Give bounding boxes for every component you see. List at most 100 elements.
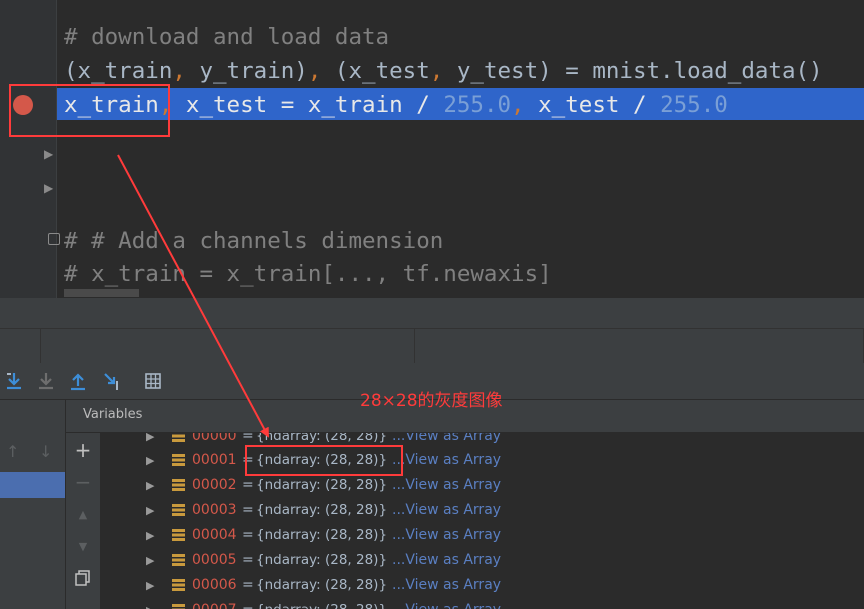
variable-name: 00005: [192, 552, 237, 568]
code-token: (x_test: [321, 58, 430, 84]
annotation-box-code: [9, 84, 170, 137]
variable-row[interactable]: ▶ 00003 = {ndarray: (28, 28)} ...View as Arr…: [100, 498, 864, 523]
next-frame-icon[interactable]: ↓: [39, 442, 52, 461]
array-type-icon: [172, 433, 185, 442]
variable-value: {ndarray: (28, 28)}: [256, 552, 388, 568]
variable-row[interactable]: ▶ 00002 = {ndarray: (28, 28)} ...View as Arr…: [100, 473, 864, 498]
fold-arrow-icon[interactable]: ▶: [44, 147, 53, 161]
variable-row[interactable]: ▶ 00001 = {ndarray: (28, 28)} ...View as Arr…: [100, 448, 864, 473]
code-token: # x_train = x_train[..., tf.newaxis]: [64, 261, 552, 287]
expand-arrow-icon[interactable]: ▶: [146, 598, 154, 609]
variable-row[interactable]: ▶ 00006 = {ndarray: (28, 28)} ...View as Arr…: [100, 573, 864, 598]
annotation-box-value: [245, 445, 403, 476]
variables-side-toolbar: + − ▲ ▼: [66, 433, 100, 609]
run-to-cursor-icon[interactable]: [100, 369, 124, 393]
move-down-icon[interactable]: ▼: [74, 538, 92, 556]
variables-list: ▶ 00000 = {ndarray: (28, 28)} ...View as Arr…: [100, 433, 864, 609]
view-as-array-link[interactable]: ...View as Array: [392, 448, 501, 473]
code-token: y_test) = mnist.load_data(): [443, 58, 823, 84]
step-into-my-code-icon[interactable]: [34, 369, 58, 393]
array-type-icon: [172, 554, 185, 566]
variables-panel: Variables + − ▲ ▼ ▶ 00000 = {ndarray: (28, …: [66, 400, 864, 609]
remove-watch-icon[interactable]: −: [74, 472, 92, 492]
variable-row[interactable]: ▶ 00000 = {ndarray: (28, 28)} ...View as Arr…: [100, 433, 864, 449]
selected-frame[interactable]: [0, 472, 65, 498]
code-token: (x_train: [64, 58, 173, 84]
expand-arrow-icon[interactable]: ▶: [146, 523, 154, 548]
step-out-icon[interactable]: [66, 369, 90, 393]
variable-name: 00004: [192, 527, 237, 543]
view-as-array-link[interactable]: ...View as Array: [392, 598, 501, 609]
frames-panel: ↑ ↓: [0, 400, 66, 609]
variable-value: {ndarray: (28, 28)}: [256, 577, 388, 593]
code-token: ,: [172, 58, 186, 84]
variable-equals: =: [242, 577, 254, 593]
code-token: # download and load data: [64, 24, 390, 50]
move-up-icon[interactable]: ▲: [74, 506, 92, 524]
expand-arrow-icon[interactable]: ▶: [146, 433, 154, 449]
evaluate-expression-icon[interactable]: [141, 369, 165, 393]
code-editor[interactable]: ▶ ▶ # download and load data (x_train, y…: [0, 0, 864, 298]
variable-equals: =: [242, 477, 254, 493]
code-token: x_test = x_train /: [172, 92, 444, 118]
array-type-icon: [172, 479, 185, 491]
code-token: 255.0: [443, 92, 512, 118]
fold-marker-icon[interactable]: [48, 233, 60, 245]
variable-equals: =: [242, 502, 254, 518]
variable-value: {ndarray: (28, 28)}: [256, 527, 388, 543]
array-type-icon: [172, 579, 185, 591]
variables-title: Variables: [83, 407, 143, 422]
code-token: ,: [511, 92, 525, 118]
step-into-icon[interactable]: [2, 369, 26, 393]
variable-row[interactable]: ▶ 00007 ={ndarray: (28, 28)} ...View as Arr…: [100, 598, 864, 609]
array-type-icon: [172, 529, 185, 541]
expand-arrow-icon[interactable]: ▶: [146, 448, 154, 473]
variable-name: 00006: [192, 577, 237, 593]
fold-arrow-icon[interactable]: ▶: [44, 181, 53, 195]
debug-tab-strip[interactable]: [0, 328, 864, 364]
code-token: # # Add a channels dimension: [64, 228, 444, 254]
variable-name: 00001: [192, 452, 237, 468]
panel-splitter[interactable]: [0, 298, 864, 328]
array-type-icon: [172, 454, 185, 466]
array-type-icon: [172, 504, 185, 516]
code-line-partial: [64, 289, 139, 297]
variable-row[interactable]: ▶ 00004 = {ndarray: (28, 28)} ...View as Arr…: [100, 523, 864, 548]
add-watch-icon[interactable]: +: [74, 440, 92, 460]
code-line[interactable]: # x_train = x_train[..., tf.newaxis]: [64, 259, 552, 289]
variable-row[interactable]: ▶ 00005 = {ndarray: (28, 28)} ...View as Arr…: [100, 548, 864, 573]
variable-equals: =: [242, 598, 254, 609]
view-as-array-link[interactable]: ...View as Array: [392, 573, 501, 598]
copy-icon[interactable]: [74, 570, 92, 588]
variable-name: 00002: [192, 477, 237, 493]
expand-arrow-icon[interactable]: ▶: [146, 573, 154, 598]
view-as-array-link[interactable]: ...View as Array: [392, 433, 501, 449]
expand-arrow-icon[interactable]: ▶: [146, 498, 154, 523]
variable-value: {ndarray: (28, 28)}: [256, 502, 388, 518]
variable-equals: =: [242, 527, 254, 543]
view-as-array-link[interactable]: ...View as Array: [392, 523, 501, 548]
variable-equals: =: [242, 552, 254, 568]
code-line[interactable]: # download and load data: [64, 22, 389, 52]
code-token: y_train): [185, 58, 308, 84]
variable-name: 00000: [192, 433, 237, 444]
gutter-separator: [56, 0, 57, 298]
view-as-array-link[interactable]: ...View as Array: [392, 473, 501, 498]
previous-frame-icon[interactable]: ↑: [6, 442, 19, 461]
variable-name: 00007: [192, 598, 237, 609]
variable-name: 00003: [192, 502, 237, 518]
code-line[interactable]: # # Add a channels dimension: [64, 226, 443, 256]
variable-value: {ndarray: (28, 28)}: [256, 477, 388, 493]
code-token: 255.0: [660, 92, 728, 118]
code-line[interactable]: (x_train, y_train), (x_test, y_test) = m…: [64, 56, 823, 86]
code-token: x_test /: [524, 92, 661, 118]
expand-arrow-icon[interactable]: ▶: [146, 548, 154, 573]
annotation-label: 28×28的灰度图像: [360, 391, 503, 411]
view-as-array-link[interactable]: ...View as Array: [392, 548, 501, 573]
view-as-array-link[interactable]: ...View as Array: [392, 498, 501, 523]
code-token: ,: [429, 58, 444, 84]
array-type-icon: [172, 604, 185, 609]
code-token: ,: [307, 58, 322, 84]
variable-value: {ndarray: (28, 28)}: [256, 598, 387, 609]
expand-arrow-icon[interactable]: ▶: [146, 473, 154, 498]
